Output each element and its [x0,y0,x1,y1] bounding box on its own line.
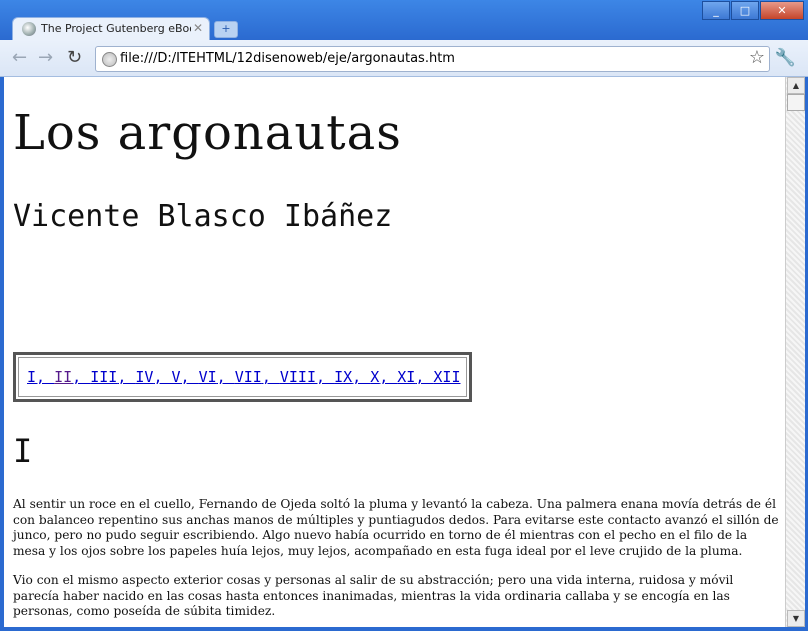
toc-link-12[interactable]: XII [433,368,460,386]
title-bar: _ □ ✕ The Project Gutenberg eBook o ✕ + [0,0,808,41]
toc-link-11[interactable]: XI [397,368,415,386]
new-tab-button[interactable]: + [214,21,238,38]
wrench-icon[interactable]: 🔧 [775,48,796,68]
paragraph: Vio con el mismo aspecto exterior cosas … [13,573,734,618]
reload-icon[interactable]: ↻ [67,48,82,68]
toc-link-1[interactable]: I [27,368,36,386]
scroll-up-arrow-icon[interactable]: ▲ [787,77,805,94]
toc-link-9[interactable]: IX [334,368,352,386]
toc-link-3[interactable]: III [90,368,117,386]
url-text[interactable]: file:///D:/ITEHTML/12disenoweb/eje/argon… [120,51,455,66]
window-controls: _ □ ✕ [701,1,804,20]
browser-tab[interactable]: The Project Gutenberg eBook o ✕ [12,17,210,41]
browser-toolbar: ← → ↻ file:///D:/ITEHTML/12disenoweb/eje… [0,40,808,77]
forward-arrow-icon[interactable]: → [38,48,53,68]
paragraph: Al sentir un roce en el cuello, Fernando… [13,497,779,558]
address-bar[interactable]: file:///D:/ITEHTML/12disenoweb/eje/argon… [95,46,770,72]
scrollbar-thumb[interactable] [787,94,805,111]
toc-link-10[interactable]: X [370,368,379,386]
tab-title: The Project Gutenberg eBook o [41,22,191,35]
toc-link-7[interactable]: VII [235,368,262,386]
maximize-button[interactable]: □ [731,1,759,20]
table-of-contents: I, II, III, IV, V, VI, VII, VIII, IX, X,… [13,352,472,402]
scroll-down-arrow-icon[interactable]: ▼ [787,610,805,627]
vertical-scrollbar[interactable]: ▲ ▼ [785,77,805,627]
toc-link-5[interactable]: V [172,368,181,386]
page-viewport: Los argonautas Vicente Blasco Ibáñez I, … [4,77,785,627]
chapter-heading: I [13,432,33,470]
toc-link-8[interactable]: VIII [280,368,316,386]
page-icon [102,52,117,67]
toc-link-4[interactable]: IV [135,368,153,386]
bookmark-star-icon[interactable]: ☆ [749,47,765,68]
minimize-button[interactable]: _ [702,1,730,20]
back-arrow-icon[interactable]: ← [12,48,27,68]
globe-icon [22,22,36,36]
close-tab-icon[interactable]: ✕ [193,21,203,35]
close-window-button[interactable]: ✕ [760,1,804,20]
toc-link-2[interactable]: II [54,368,72,386]
browser-window: _ □ ✕ The Project Gutenberg eBook o ✕ + … [0,0,808,631]
toc-links: I, II, III, IV, V, VI, VII, VIII, IX, X,… [27,368,461,386]
book-title: Los argonautas [13,105,402,161]
toc-link-6[interactable]: VI [199,368,217,386]
author-name: Vicente Blasco Ibáñez [13,199,393,234]
